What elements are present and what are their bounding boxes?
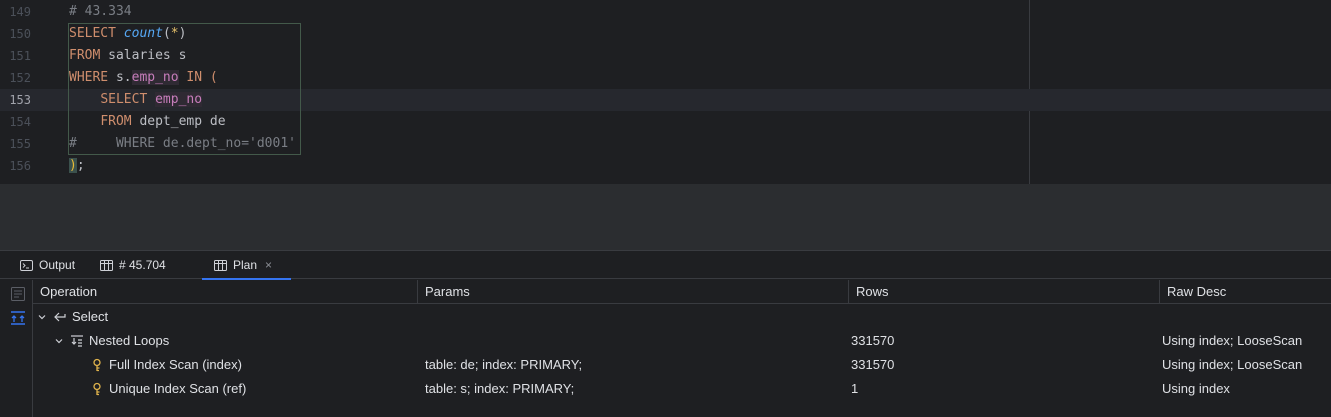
- params-cell: table: de; index: PRIMARY;: [425, 357, 583, 372]
- chevron-down-icon[interactable]: [36, 311, 48, 323]
- column-header-rows[interactable]: Rows: [849, 280, 1159, 304]
- identifier: salaries s: [108, 48, 187, 63]
- paren: (: [209, 70, 218, 85]
- keyword: FROM: [100, 114, 132, 129]
- key-icon: [93, 358, 101, 372]
- column-ref: emp_no: [155, 92, 203, 107]
- line-number: 149: [9, 5, 31, 19]
- matched-paren: ): [69, 158, 77, 173]
- tab-label: Plan: [233, 258, 258, 272]
- comment-text: WHERE de.dept_no='d001': [115, 136, 296, 151]
- code-line-155[interactable]: 155 # WHERE de.dept_no='d001': [0, 133, 1331, 155]
- column-header-params[interactable]: Params: [418, 280, 848, 304]
- line-number: 155: [9, 137, 31, 151]
- table-icon: [214, 259, 227, 271]
- plan-table: Operation Params Rows Raw Desc Select Ne…: [33, 280, 1331, 417]
- code-line-156[interactable]: 156 );: [0, 155, 1331, 177]
- code-line-153[interactable]: 153 SELECT emp_no: [0, 89, 1331, 111]
- show-as-text-button[interactable]: [10, 286, 26, 302]
- raw-desc-cell: Using index: [1162, 381, 1230, 396]
- identifier: s.: [115, 70, 132, 85]
- function-name: count: [123, 26, 163, 41]
- operation-name: Full Index Scan (index): [109, 357, 242, 372]
- expand-all-icon: [11, 311, 25, 325]
- code-line-150[interactable]: 150 SELECT count(*): [0, 23, 1331, 45]
- code-line-152[interactable]: 152 WHERE s.emp_no IN (: [0, 67, 1331, 89]
- plan-toolbar: [0, 280, 33, 417]
- tab-label: Output: [39, 258, 76, 272]
- paren: ): [178, 26, 187, 41]
- asterisk: *: [170, 26, 179, 41]
- line-number: 151: [9, 49, 31, 63]
- keyword: IN: [186, 70, 203, 85]
- comment-marker: #: [69, 136, 77, 151]
- keyword: SELECT: [69, 26, 116, 41]
- column-header-raw-desc[interactable]: Raw Desc: [1160, 280, 1331, 304]
- table-row[interactable]: Unique Index Scan (ref) table: s; index:…: [33, 377, 1331, 401]
- key-icon: [93, 382, 101, 396]
- result-tab-bar: Output # 45.704 Plan ×: [0, 251, 1331, 280]
- comment-text: # 43.334: [69, 4, 132, 19]
- sql-editor[interactable]: 149 # 43.334 150 SELECT count(*) 151 FRO…: [0, 0, 1331, 184]
- arrow-left-icon: [54, 312, 66, 322]
- tab-result-45704[interactable]: # 45.704: [100, 251, 166, 279]
- code-line-149[interactable]: 149 # 43.334: [0, 1, 1331, 23]
- table-row[interactable]: Select: [33, 305, 1331, 329]
- rows-cell: 1: [851, 381, 859, 396]
- expand-all-button[interactable]: [10, 310, 26, 326]
- raw-desc-cell: Using index; LooseScan: [1162, 333, 1303, 348]
- plan-table-header: Operation Params Rows Raw Desc: [33, 280, 1331, 304]
- column-header-operation[interactable]: Operation: [33, 280, 417, 304]
- keyword: WHERE: [69, 70, 109, 85]
- table-icon: [100, 259, 113, 271]
- tab-output[interactable]: Output: [20, 251, 75, 279]
- rows-cell: 331570: [851, 357, 895, 372]
- line-number: 152: [9, 71, 31, 85]
- keyword: FROM: [69, 48, 101, 63]
- keyword: SELECT: [100, 92, 148, 107]
- chevron-down-icon[interactable]: [53, 335, 65, 347]
- line-number: 156: [9, 159, 31, 173]
- rows-cell: 331570: [851, 333, 895, 348]
- line-number: 154: [9, 115, 31, 129]
- panel-splitter[interactable]: [0, 185, 1331, 250]
- tab-plan[interactable]: Plan ×: [202, 251, 291, 280]
- operation-name: Select: [72, 309, 109, 324]
- text-view-icon: [11, 287, 25, 301]
- params-cell: table: s; index: PRIMARY;: [425, 381, 575, 396]
- console-icon: [20, 259, 33, 271]
- table-row[interactable]: Full Index Scan (index) table: de; index…: [33, 353, 1331, 377]
- raw-desc-cell: Using index; LooseScan: [1162, 357, 1303, 372]
- operation-name: Nested Loops: [89, 333, 170, 348]
- line-number: 153: [9, 93, 31, 107]
- operation-name: Unique Index Scan (ref): [109, 381, 247, 396]
- identifier: dept_emp de: [139, 114, 226, 129]
- semicolon: ;: [76, 158, 85, 173]
- line-number: 150: [9, 27, 31, 41]
- services-tool-window: Output # 45.704 Plan × Operation Params …: [0, 250, 1331, 417]
- close-tab-icon[interactable]: ×: [265, 258, 272, 272]
- tab-label: # 45.704: [119, 258, 166, 272]
- code-line-151[interactable]: 151 FROM salaries s: [0, 45, 1331, 67]
- code-line-154[interactable]: 154 FROM dept_emp de: [0, 111, 1331, 133]
- table-row[interactable]: Nested Loops 331570 Using index; LooseSc…: [33, 329, 1331, 353]
- column-ref: emp_no: [131, 70, 179, 85]
- nested-loops-icon: [71, 335, 83, 347]
- paren: (: [162, 26, 171, 41]
